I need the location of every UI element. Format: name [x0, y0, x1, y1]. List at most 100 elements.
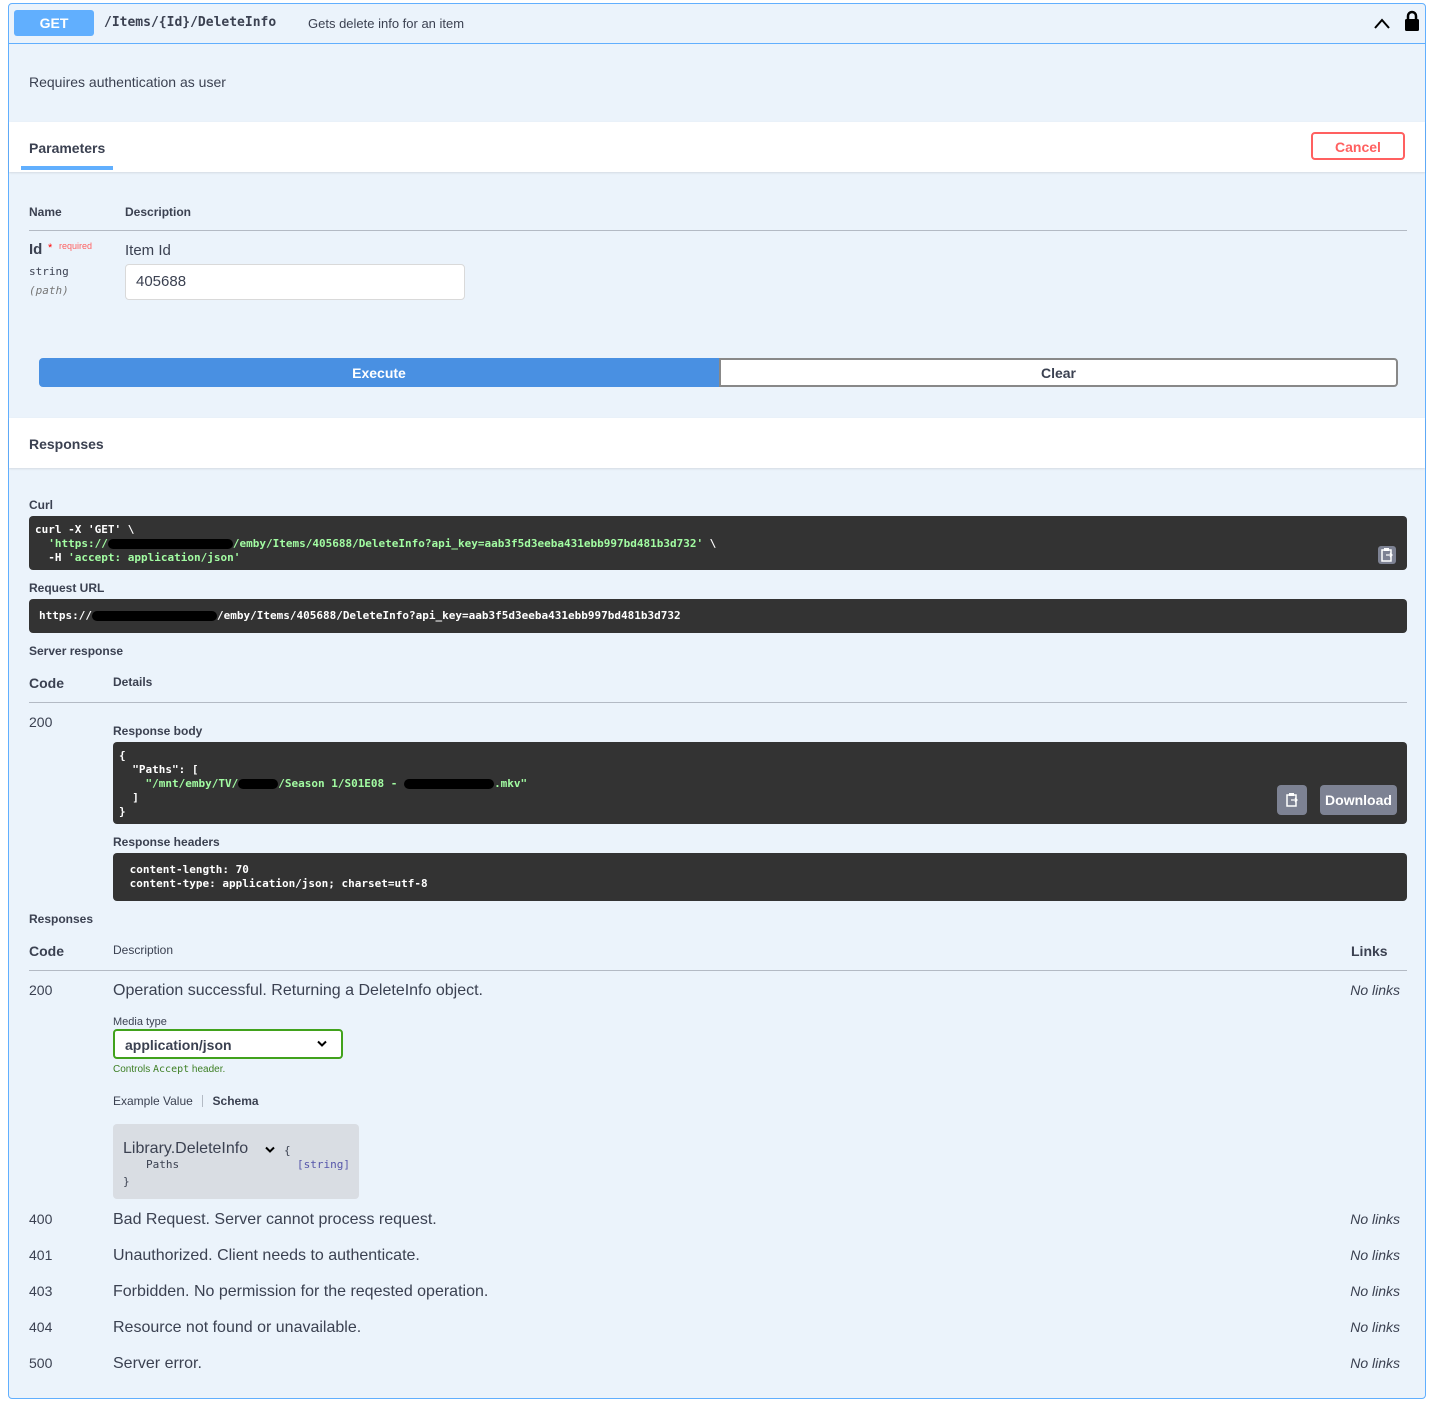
response-body-label: Response body [113, 724, 203, 738]
body-path-mid: /Season 1/S01E08 - [278, 777, 405, 790]
param-col-name: Name [29, 205, 62, 219]
request-url-label: Request URL [29, 581, 105, 595]
tab-separator [202, 1095, 204, 1107]
required-marker: * [48, 242, 53, 254]
server-response-label: Server response [29, 644, 124, 658]
id-input[interactable]: 405688 [125, 264, 465, 300]
response-body-block[interactable]: { "Paths": [ "/mnt/emby/TV/ /Season 1/S01… [113, 742, 1407, 824]
responses-col-description: Description [113, 943, 174, 957]
http-method-badge: GET [14, 10, 94, 36]
header-line: content-type: application/json; charset=… [123, 877, 435, 890]
curl-url-prefix: 'https:// [35, 537, 108, 550]
schema-model-box: Library.DeleteInfo { Paths [string] } [113, 1124, 359, 1199]
documented-responses-label: Responses [29, 912, 94, 926]
example-schema-tabs: Example Value Schema [113, 1094, 259, 1108]
media-type-value: application/json [125, 1037, 232, 1053]
request-url-prefix: https:// [39, 609, 92, 622]
divider [29, 230, 1407, 231]
curl-url-suffix: /emby/Items/405688/DeleteInfo?api_key=aa… [232, 537, 704, 550]
redacted-episode-name [404, 779, 495, 789]
responses-title: Responses [29, 436, 104, 452]
header-line: content-length: 70 [123, 863, 256, 876]
divider [29, 970, 1407, 971]
curl-line-continuation: \ [703, 537, 717, 550]
response-description: Server error. [113, 1355, 202, 1372]
copy-response-button[interactable] [1277, 785, 1307, 815]
schema-close-brace: } [123, 1175, 130, 1188]
param-type: string [29, 265, 69, 278]
curl-line-1: curl -X 'GET' \ [35, 523, 135, 536]
operation-summary[interactable]: GET /Items/{Id}/DeleteInfo Gets delete i… [9, 4, 1425, 44]
schema-field-name: Paths [146, 1158, 180, 1171]
execute-button[interactable]: Execute [39, 358, 719, 387]
response-headers-block[interactable]: content-length: 70 content-type: applica… [113, 853, 1407, 901]
controls-accept-note: Controls Accept header. [113, 1064, 226, 1075]
response-description: Unauthorized. Client needs to authentica… [113, 1247, 420, 1264]
response-links: No links [1350, 982, 1400, 998]
body-line: } [119, 805, 126, 818]
param-location: (path) [29, 284, 69, 297]
media-type-select[interactable]: application/json [113, 1029, 343, 1059]
response-code: 401 [29, 1247, 53, 1263]
response-links: No links [1350, 1319, 1400, 1335]
response-code: 404 [29, 1319, 53, 1335]
body-line: ] [119, 791, 139, 804]
tab-parameters[interactable]: Parameters [29, 140, 105, 156]
chevron-down-icon[interactable] [265, 1146, 275, 1154]
chevron-up-icon[interactable] [1372, 14, 1392, 34]
response-links: No links [1350, 1355, 1400, 1371]
responses-header: Responses [9, 418, 1425, 468]
tab-example-value[interactable]: Example Value [113, 1094, 193, 1108]
curl-header-flag: -H [35, 551, 69, 564]
responses-col-links: Links [1351, 943, 1388, 959]
endpoint-path: /Items/{Id}/DeleteInfo [104, 15, 277, 30]
operation-description: Requires authentication as user [29, 74, 226, 90]
required-label: required [59, 241, 93, 251]
request-url-block[interactable]: https:// /emby/Items/405688/DeleteInfo?ap… [29, 599, 1407, 633]
redacted-show-name [238, 779, 279, 789]
request-url-suffix: /emby/Items/405688/DeleteInfo?api_key=aa… [216, 609, 681, 622]
clear-button[interactable]: Clear [719, 358, 1398, 387]
cancel-button[interactable]: Cancel [1311, 132, 1405, 160]
curl-code-block[interactable]: curl -X 'GET' \ 'https:// /emby/Items/405… [29, 516, 1407, 570]
operation-block: GET /Items/{Id}/DeleteInfo Gets delete i… [8, 3, 1426, 1399]
redacted-host [107, 539, 233, 549]
parameters-header: Parameters Cancel [9, 122, 1425, 172]
response-links: No links [1350, 1247, 1400, 1263]
param-name: Id [29, 241, 43, 258]
schema-model-name[interactable]: Library.DeleteInfo [123, 1140, 248, 1158]
param-col-description: Description [125, 205, 192, 219]
response-code: 400 [29, 1211, 53, 1227]
download-button[interactable]: Download [1320, 785, 1397, 815]
response-description: Forbidden. No permission for the reqeste… [113, 1283, 489, 1300]
response-code: 500 [29, 1355, 53, 1371]
curl-label: Curl [29, 498, 53, 512]
lock-icon[interactable] [1404, 10, 1420, 32]
server-col-code: Code [29, 675, 64, 691]
tab-schema[interactable]: Schema [213, 1094, 259, 1108]
body-line: "Paths": [ [119, 763, 199, 776]
divider [29, 702, 1407, 703]
body-path-prefix: "/mnt/emby/TV/ [119, 777, 239, 790]
body-path-suffix: .mkv" [494, 777, 528, 790]
tab-active-indicator [21, 166, 113, 170]
response-code: 200 [29, 982, 53, 998]
server-col-details: Details [113, 675, 153, 689]
redacted-host [91, 611, 217, 621]
response-description: Resource not found or unavailable. [113, 1319, 362, 1336]
copy-to-clipboard-icon [1286, 793, 1298, 807]
param-description: Item Id [125, 242, 171, 259]
response-links: No links [1350, 1211, 1400, 1227]
copy-to-clipboard-icon[interactable] [1377, 545, 1397, 565]
summary-description: Gets delete info for an item [308, 16, 465, 31]
response-description: Operation successful. Returning a Delete… [113, 982, 483, 999]
response-headers-label: Response headers [113, 835, 220, 849]
schema-open-brace: { [284, 1144, 291, 1157]
chevron-down-icon [317, 1040, 327, 1047]
media-type-label: Media type [113, 1016, 167, 1028]
response-links: No links [1350, 1283, 1400, 1299]
curl-header-value: 'accept: application/json' [68, 551, 241, 564]
schema-field-type: [string] [297, 1158, 350, 1171]
response-code: 403 [29, 1283, 53, 1299]
body-line: { [119, 749, 126, 762]
